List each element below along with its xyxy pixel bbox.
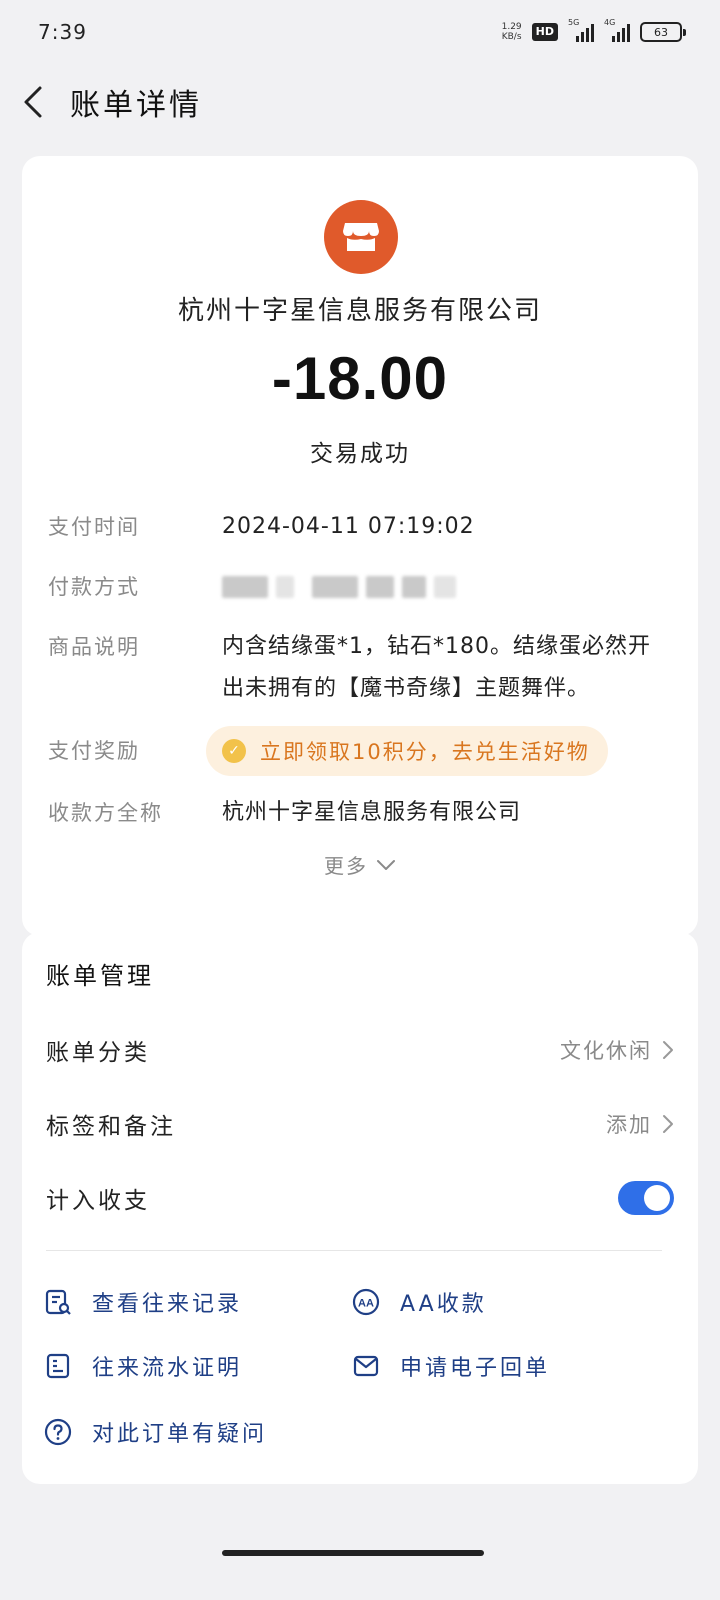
bill-management-card: 账单管理 账单分类 文化休闲 标签和备注 添加 计入收支 查看往来记录 AA A… [22,932,698,1484]
status-bar: 7:39 1.29 KB/s HD 5G 4G 63 [0,0,720,64]
status-icons: 1.29 KB/s HD 5G 4G 63 [502,18,686,42]
pay-time-value: 2024-04-11 07:19:02 [222,514,475,539]
page-header: 账单详情 [0,70,720,134]
tags-notes-value: 添加 [606,1113,652,1137]
mail-icon [353,1355,379,1377]
payee-row: 收款方全称 杭州十字星信息服务有限公司 [48,796,678,830]
flow-proof-label: 往来流水证明 [92,1356,243,1381]
pay-method-label: 付款方式 [48,575,140,599]
aa-collect-button[interactable]: AA AA收款 [352,1282,487,1322]
chevron-left-icon [24,86,42,118]
description-line-1: 内含结缘蛋*1，钻石*180。结缘蛋必然开 [222,634,651,659]
description-row: 商品说明 内含结缘蛋*1，钻石*180。结缘蛋必然开 出未拥有的【魔书奇缘】主题… [48,626,678,710]
merchant-name: 杭州十字星信息服务有限公司 [177,296,542,326]
network-speed-unit: KB/s [501,32,522,42]
e-receipt-button[interactable]: 申请电子回单 [352,1346,550,1386]
pay-method-redacted [222,570,456,604]
home-indicator[interactable] [222,1550,484,1556]
back-button[interactable] [2,70,66,134]
include-in-stats-label: 计入收支 [46,1188,150,1214]
bill-management-title: 账单管理 [46,962,154,990]
payee-value: 杭州十字星信息服务有限公司 [222,800,522,825]
signal-4g-icon: 4G [604,18,630,42]
reward-button[interactable]: ✓ 立即领取10积分，去兑生活好物 [206,726,608,776]
status-time: 7:39 [38,20,87,44]
more-label: 更多 [324,854,368,878]
toggle-knob [644,1185,670,1211]
description-label: 商品说明 [48,635,140,659]
more-button[interactable]: 更多 [22,850,698,879]
reward-text: 立即领取10积分，去兑生活好物 [260,740,590,764]
order-question-label: 对此订单有疑问 [92,1422,268,1447]
chevron-down-icon [377,859,395,870]
description-value: 内含结缘蛋*1，钻石*180。结缘蛋必然开 出未拥有的【魔书奇缘】主题舞伴。 [222,626,651,710]
e-receipt-label: 申请电子回单 [400,1356,551,1381]
points-coin-icon: ✓ [222,739,246,763]
record-search-icon [45,1289,71,1315]
hd-badge: HD [531,23,558,41]
payee-label: 收款方全称 [48,801,163,825]
bill-category-row[interactable]: 账单分类 文化休闲 [46,1030,674,1070]
chevron-right-icon [663,1115,673,1133]
document-proof-icon [46,1353,70,1379]
divider [46,1250,662,1251]
network-speed: 1.29 KB/s [502,22,522,42]
reward-label: 支付奖励 [48,739,140,763]
aa-icon: AA [352,1288,380,1316]
pay-time-row: 支付时间 2024-04-11 07:19:02 [48,510,678,544]
transaction-amount: -18.00 [271,345,449,412]
signal-5g-icon: 5G [568,18,594,42]
description-line-2: 出未拥有的【魔书奇缘】主题舞伴。 [222,676,591,701]
order-question-button[interactable]: 对此订单有疑问 [44,1412,267,1452]
transaction-status: 交易成功 [310,441,410,467]
tags-notes-label: 标签和备注 [46,1114,176,1140]
aa-collect-label: AA收款 [400,1292,487,1317]
bill-category-label: 账单分类 [46,1040,150,1066]
view-history-button[interactable]: 查看往来记录 [44,1282,242,1322]
include-in-stats-row: 计入收支 [46,1178,674,1218]
network-speed-value: 1.29 [501,22,522,32]
battery-icon: 63 [640,22,686,42]
transaction-card: 杭州十字星信息服务有限公司 -18.00 交易成功 支付时间 2024-04-1… [22,156,698,936]
reward-row: 支付奖励 ✓ 立即领取10积分，去兑生活好物 [48,726,678,776]
signal-4g-label: 4G [604,18,616,27]
tags-notes-row[interactable]: 标签和备注 添加 [46,1104,674,1144]
bill-category-value: 文化休闲 [560,1039,652,1063]
flow-proof-button[interactable]: 往来流水证明 [44,1346,242,1386]
svg-text:AA: AA [358,1298,374,1310]
pay-method-row: 付款方式 [48,570,678,604]
include-in-stats-toggle[interactable] [618,1181,674,1215]
battery-level: 63 [654,25,668,39]
signal-5g-label: 5G [568,18,580,27]
store-icon [324,200,398,274]
question-icon [44,1418,72,1446]
pay-time-label: 支付时间 [48,515,140,539]
page-title: 账单详情 [70,88,202,123]
view-history-label: 查看往来记录 [92,1292,243,1317]
chevron-right-icon [663,1041,673,1059]
